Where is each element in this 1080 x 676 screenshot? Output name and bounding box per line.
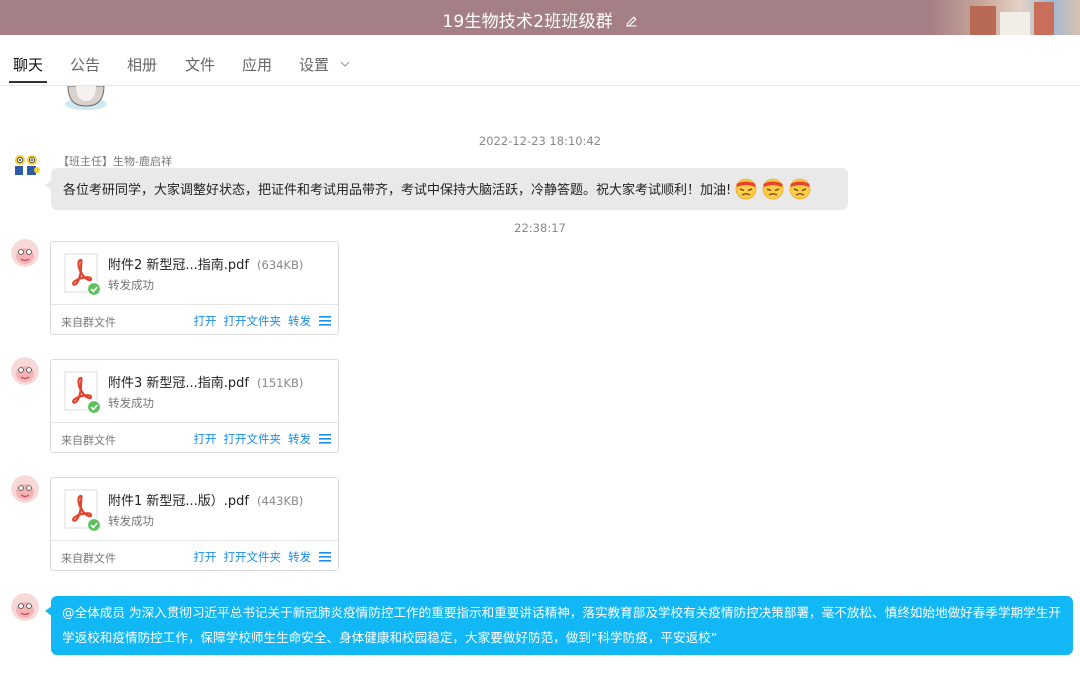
file-name-text: 附件2 新型冠...指南.pdf xyxy=(108,258,250,273)
file-message-card[interactable]: 附件3 新型冠...指南.pdf (151KB) 转发成功 来自群文件 打开 打开文… xyxy=(50,359,339,453)
file-size: (443KB) xyxy=(257,494,304,508)
message-timestamp: 2022-12-23 18:10:42 xyxy=(478,134,602,148)
open-folder-link[interactable]: 打开文件夹 xyxy=(224,432,282,446)
file-card-footer: 来自群文件 打开 打开文件夹 转发 xyxy=(51,304,338,335)
tab-bar: 聊天 公告 相册 文件 应用 设置 xyxy=(0,35,1080,86)
cartoon-avatar-icon xyxy=(11,475,39,503)
tab-settings-label: 设置 xyxy=(299,56,330,74)
message-bubble[interactable]: 各位考研同学，大家调整好状态，把证件和考试用品带齐，考试中保持大脑活跃，冷静答题… xyxy=(45,168,848,210)
tab-chat[interactable]: 聊天 xyxy=(8,54,48,83)
pencil-icon[interactable] xyxy=(625,15,638,28)
file-name-text: 附件3 新型冠...指南.pdf xyxy=(108,376,250,391)
file-card-footer: 来自群文件 打开 打开文件夹 转发 xyxy=(51,422,338,453)
mention-all[interactable]: @全体成员 xyxy=(62,605,125,620)
tab-settings[interactable]: 设置 xyxy=(299,54,350,75)
open-file-link[interactable]: 打开 xyxy=(194,432,217,446)
tab-album[interactable]: 相册 xyxy=(127,54,157,75)
more-menu-icon[interactable] xyxy=(319,433,331,444)
file-info[interactable]: 附件2 新型冠...指南.pdf (634KB) 转发成功 xyxy=(51,242,338,304)
group-name: 19生物技术2班班级群 xyxy=(442,12,614,32)
file-size: (151KB) xyxy=(257,376,304,390)
tab-apps[interactable]: 应用 xyxy=(242,54,272,75)
announcement-bubble[interactable]: @全体成员 为深入贯彻习近平总书记关于新冠肺炎疫情防控工作的重要指示和重要讲话精… xyxy=(45,596,1073,655)
file-size: (634KB) xyxy=(257,258,304,272)
file-message-card[interactable]: 附件2 新型冠...指南.pdf (634KB) 转发成功 来自群文件 打开 打开文… xyxy=(50,241,339,335)
determined-face-emoji xyxy=(762,178,784,200)
message-text: 各位考研同学，大家调整好状态，把证件和考试用品带齐，考试中保持大脑活跃，冷静答题… xyxy=(63,183,732,198)
avatar[interactable] xyxy=(13,152,41,176)
cartoon-avatar-icon xyxy=(11,357,39,385)
forward-link[interactable]: 转发 xyxy=(288,314,311,328)
file-source: 来自群文件 xyxy=(61,316,116,329)
open-folder-link[interactable]: 打开文件夹 xyxy=(224,314,282,328)
file-actions: 打开 打开文件夹 转发 xyxy=(187,431,331,447)
sender-name: 【班主任】生物-鹿启祥 xyxy=(58,155,172,168)
message-timestamp: 22:38:17 xyxy=(514,221,566,235)
file-status: 转发成功 xyxy=(108,278,154,292)
minion-avatar-icon xyxy=(13,152,41,176)
file-info[interactable]: 附件3 新型冠...指南.pdf (151KB) 转发成功 xyxy=(51,360,338,422)
open-folder-link[interactable]: 打开文件夹 xyxy=(224,550,282,564)
penguin-sticker xyxy=(65,86,107,110)
file-message-card[interactable]: 附件1 新型冠...版）.pdf (443KB) 转发成功 来自群文件 打开 打开文… xyxy=(50,477,339,571)
forward-link[interactable]: 转发 xyxy=(288,550,311,564)
pdf-file-icon xyxy=(64,253,102,296)
file-name: 附件1 新型冠...版）.pdf (443KB) xyxy=(108,490,303,509)
file-name-text: 附件1 新型冠...版）.pdf xyxy=(108,494,250,509)
pdf-file-icon xyxy=(64,371,102,414)
forward-link[interactable]: 转发 xyxy=(288,432,311,446)
pdf-file-icon xyxy=(64,489,102,532)
tab-files[interactable]: 文件 xyxy=(185,54,215,75)
chevron-down-icon xyxy=(340,61,350,67)
determined-face-emoji xyxy=(735,178,757,200)
avatar[interactable] xyxy=(11,357,39,385)
file-info[interactable]: 附件1 新型冠...版）.pdf (443KB) 转发成功 xyxy=(51,478,338,540)
avatar[interactable] xyxy=(11,593,39,621)
open-file-link[interactable]: 打开 xyxy=(194,550,217,564)
file-status: 转发成功 xyxy=(108,514,154,528)
group-title[interactable]: 19生物技术2班班级群 xyxy=(0,7,1080,32)
avatar[interactable] xyxy=(11,239,39,267)
title-bar: 19生物技术2班班级群 xyxy=(0,0,1080,35)
file-source: 来自群文件 xyxy=(61,434,116,447)
determined-face-emoji xyxy=(789,178,811,200)
tab-announcement[interactable]: 公告 xyxy=(70,54,100,75)
announcement-text: 为深入贯彻习近平总书记关于新冠肺炎疫情防控工作的重要指示和重要讲话精神，落实教育… xyxy=(62,605,1061,645)
file-name: 附件2 新型冠...指南.pdf (634KB) xyxy=(108,254,303,273)
file-card-footer: 来自群文件 打开 打开文件夹 转发 xyxy=(51,540,338,571)
file-actions: 打开 打开文件夹 转发 xyxy=(187,549,331,565)
more-menu-icon[interactable] xyxy=(319,315,331,326)
cartoon-avatar-icon xyxy=(11,239,39,267)
file-name: 附件3 新型冠...指南.pdf (151KB) xyxy=(108,372,303,391)
cartoon-avatar-icon xyxy=(11,593,39,621)
file-actions: 打开 打开文件夹 转发 xyxy=(187,313,331,329)
more-menu-icon[interactable] xyxy=(319,551,331,562)
file-status: 转发成功 xyxy=(108,396,154,410)
file-source: 来自群文件 xyxy=(61,552,116,565)
open-file-link[interactable]: 打开 xyxy=(194,314,217,328)
avatar[interactable] xyxy=(11,475,39,503)
